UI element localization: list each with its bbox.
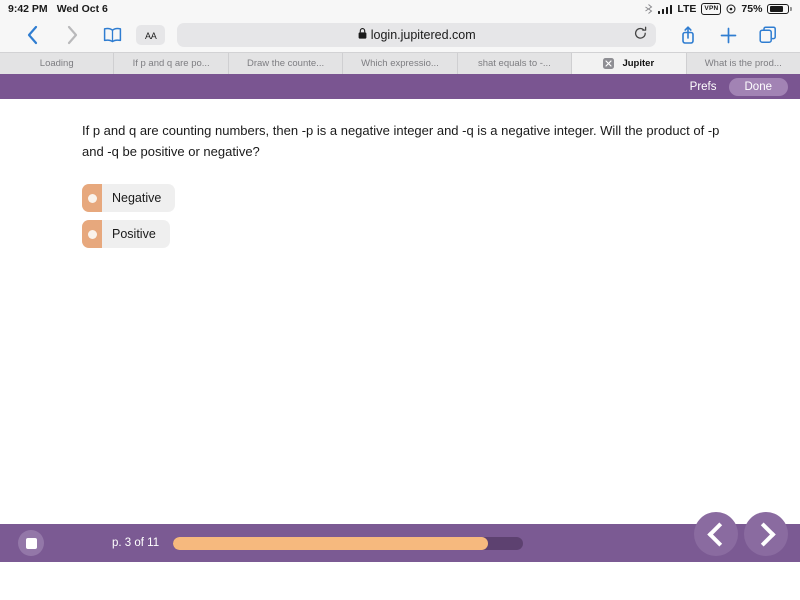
answer-choice[interactable]: Negative xyxy=(82,184,176,213)
progress-bar xyxy=(173,536,524,550)
answer-choices: Negative Positive xyxy=(82,184,730,249)
back-arrow-icon[interactable] xyxy=(12,25,52,45)
battery-percent-label: 75% xyxy=(741,3,763,15)
browser-tab[interactable]: Which expressio... xyxy=(343,53,458,74)
status-bar: 9:42 PM Wed Oct 6 LTE VPN 75% xyxy=(0,0,800,18)
tab-close-icon[interactable] xyxy=(603,58,615,69)
reload-icon[interactable] xyxy=(634,26,647,44)
browser-tab[interactable]: Draw the counte... xyxy=(229,53,344,74)
progress-bar-fill xyxy=(173,536,489,550)
browser-tab-label: Jupiter xyxy=(622,58,655,69)
browser-tab-label: What is the prod... xyxy=(704,58,782,69)
vpn-badge: VPN xyxy=(701,3,722,15)
browser-tab-label: Which expressio... xyxy=(361,58,439,69)
location-icon xyxy=(726,4,736,14)
navigation-buttons xyxy=(694,512,788,556)
forward-arrow-icon xyxy=(52,25,92,45)
status-date: Wed Oct 6 xyxy=(56,3,108,15)
browser-toolbar: AA login.jupitered.com xyxy=(0,18,800,52)
prefs-button[interactable]: Prefs xyxy=(690,81,717,93)
browser-tab[interactable]: If p and q are po... xyxy=(114,53,229,74)
cellular-signal-icon xyxy=(657,4,673,14)
answer-choice-label: Positive xyxy=(112,227,156,242)
browser-tab-label: If p and q are po... xyxy=(132,58,210,69)
browser-tab[interactable]: shat equals to -... xyxy=(458,53,573,74)
chevron-left-icon xyxy=(706,521,731,547)
previous-page-button[interactable] xyxy=(694,512,738,556)
quiz-content: If p and q are counting numbers, then -p… xyxy=(0,99,800,562)
next-page-button[interactable] xyxy=(744,512,788,556)
done-button[interactable]: Done xyxy=(728,77,788,96)
bottom-toolbar: p. 3 of 11 xyxy=(0,512,800,562)
browser-tab-label: Loading xyxy=(39,58,74,69)
lock-icon xyxy=(358,28,367,42)
address-bar[interactable]: login.jupitered.com xyxy=(177,23,656,47)
chevron-right-icon xyxy=(751,521,776,547)
share-icon[interactable] xyxy=(668,25,708,45)
stop-button[interactable] xyxy=(18,530,44,556)
question-text: If p and q are counting numbers, then -p… xyxy=(82,123,720,159)
status-bar-left: 9:42 PM Wed Oct 6 xyxy=(8,3,108,15)
app-header: Prefs Done xyxy=(0,74,800,99)
battery-icon xyxy=(767,4,792,14)
browser-tab-label: shat equals to -... xyxy=(477,58,551,69)
text-size-button[interactable]: AA xyxy=(136,25,166,45)
answer-choice-radio-icon[interactable] xyxy=(82,184,102,213)
browser-tab[interactable]: Loading xyxy=(0,53,115,74)
browser-tab[interactable]: Jupiter xyxy=(572,53,687,74)
answer-choice-radio-icon[interactable] xyxy=(82,220,102,249)
bluetooth-icon xyxy=(644,4,653,14)
status-bar-right: LTE VPN 75% xyxy=(644,3,792,15)
url-text: login.jupitered.com xyxy=(370,28,476,42)
answer-choice[interactable]: Positive xyxy=(82,220,170,249)
browser-tab[interactable]: What is the prod... xyxy=(687,53,800,74)
tab-bar: Loading If p and q are po... Draw the coun… xyxy=(0,52,800,74)
stop-square-icon xyxy=(25,537,37,549)
toolbar-right-actions xyxy=(668,25,788,45)
book-icon[interactable] xyxy=(92,27,132,43)
plus-icon[interactable] xyxy=(708,27,748,44)
tabs-icon[interactable] xyxy=(748,26,788,44)
browser-tab-label: Draw the counte... xyxy=(247,58,325,69)
text-size-small-a: AA xyxy=(145,31,157,41)
page-indicator: p. 3 of 11 xyxy=(112,537,160,549)
answer-choice-label: Negative xyxy=(112,191,162,206)
network-type-label: LTE xyxy=(677,3,697,15)
status-time: 9:42 PM xyxy=(8,3,48,15)
